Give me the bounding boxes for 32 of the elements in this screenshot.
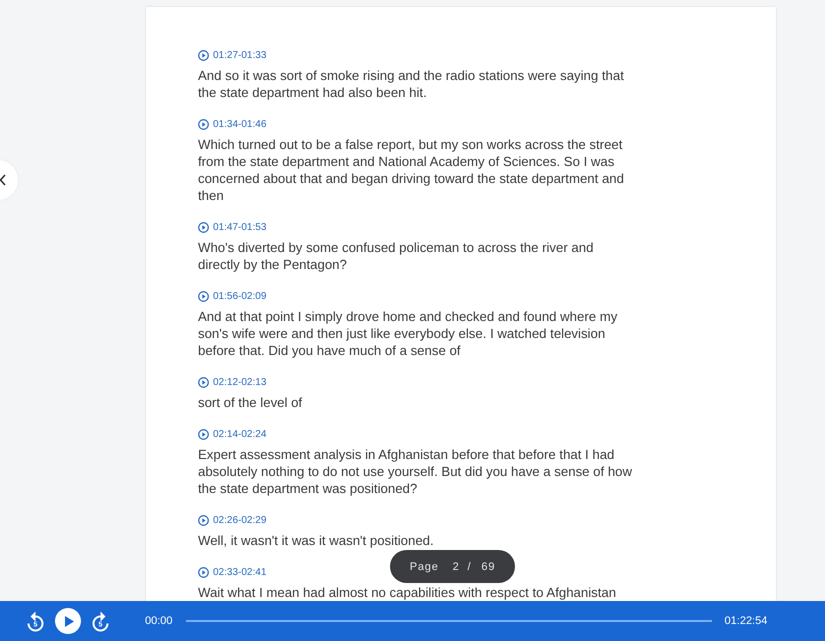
page-separator: / [468,560,472,572]
page-label: Page [410,560,439,572]
current-page[interactable]: 2 [452,560,460,572]
transcript-text: Wait what I mean had almost no capabilities with respect to Afghanistan [198,584,618,601]
transcript-text: Which turned out to be a false report, but my son works across the street from the state department and National Academy of Sciences. So I was concerned about that and began driving toward the state department and then [198,136,625,204]
transcript-text: Who's diverted by some confused policeman to across the river and directly by the Pentagon? [198,239,594,273]
play-circle-icon [198,428,209,440]
timestamp-link[interactable]: 01:34-01:46 [198,117,266,131]
timestamp-link[interactable]: 01:56-02:09 [198,289,266,303]
transcript-text: And so it was sort of smoke rising and the radio stations were saying that the state department had also been hit. [198,67,625,101]
timestamp-link[interactable]: 02:12-02:13 [198,375,266,389]
play-button[interactable] [55,608,81,634]
timestamp-link[interactable]: 02:26-02:29 [198,513,266,527]
timestamp-link[interactable]: 01:27-01:33 [198,48,266,62]
play-circle-icon [198,514,209,526]
total-duration: 01:22:54 [724,615,768,627]
page-total: 69 [481,560,496,572]
transcript-text: sort of the level of [198,394,304,411]
play-circle-icon [198,50,209,60]
transcript-text: Expert assessment analysis in Afghanistan before that before that I had absolutely nothing to do not use yourself. But did you have a sense of how the state department was positioned? [198,446,632,497]
play-circle-icon [198,290,209,302]
play-circle-icon [198,118,209,130]
timestamp-link[interactable]: 01:47-01:53 [198,220,266,234]
timestamp-link[interactable]: 02:14-02:24 [198,427,266,441]
transcript-text: Well, it wasn't it was it wasn't positioned. [198,532,435,549]
play-circle-icon [198,222,209,232]
play-circle-icon [198,376,209,388]
chevron-left-icon [0,174,6,186]
timestamp-link[interactable]: 02:33-02:41 [198,565,266,579]
play-circle-icon [198,566,209,578]
elapsed-time: 00:00 [145,615,173,627]
transcript-text: And at that point I simply drove home and checked and found where my son's wife were and then just like everybody else. I watched television before that. Did you have much of a sense of [198,308,618,359]
